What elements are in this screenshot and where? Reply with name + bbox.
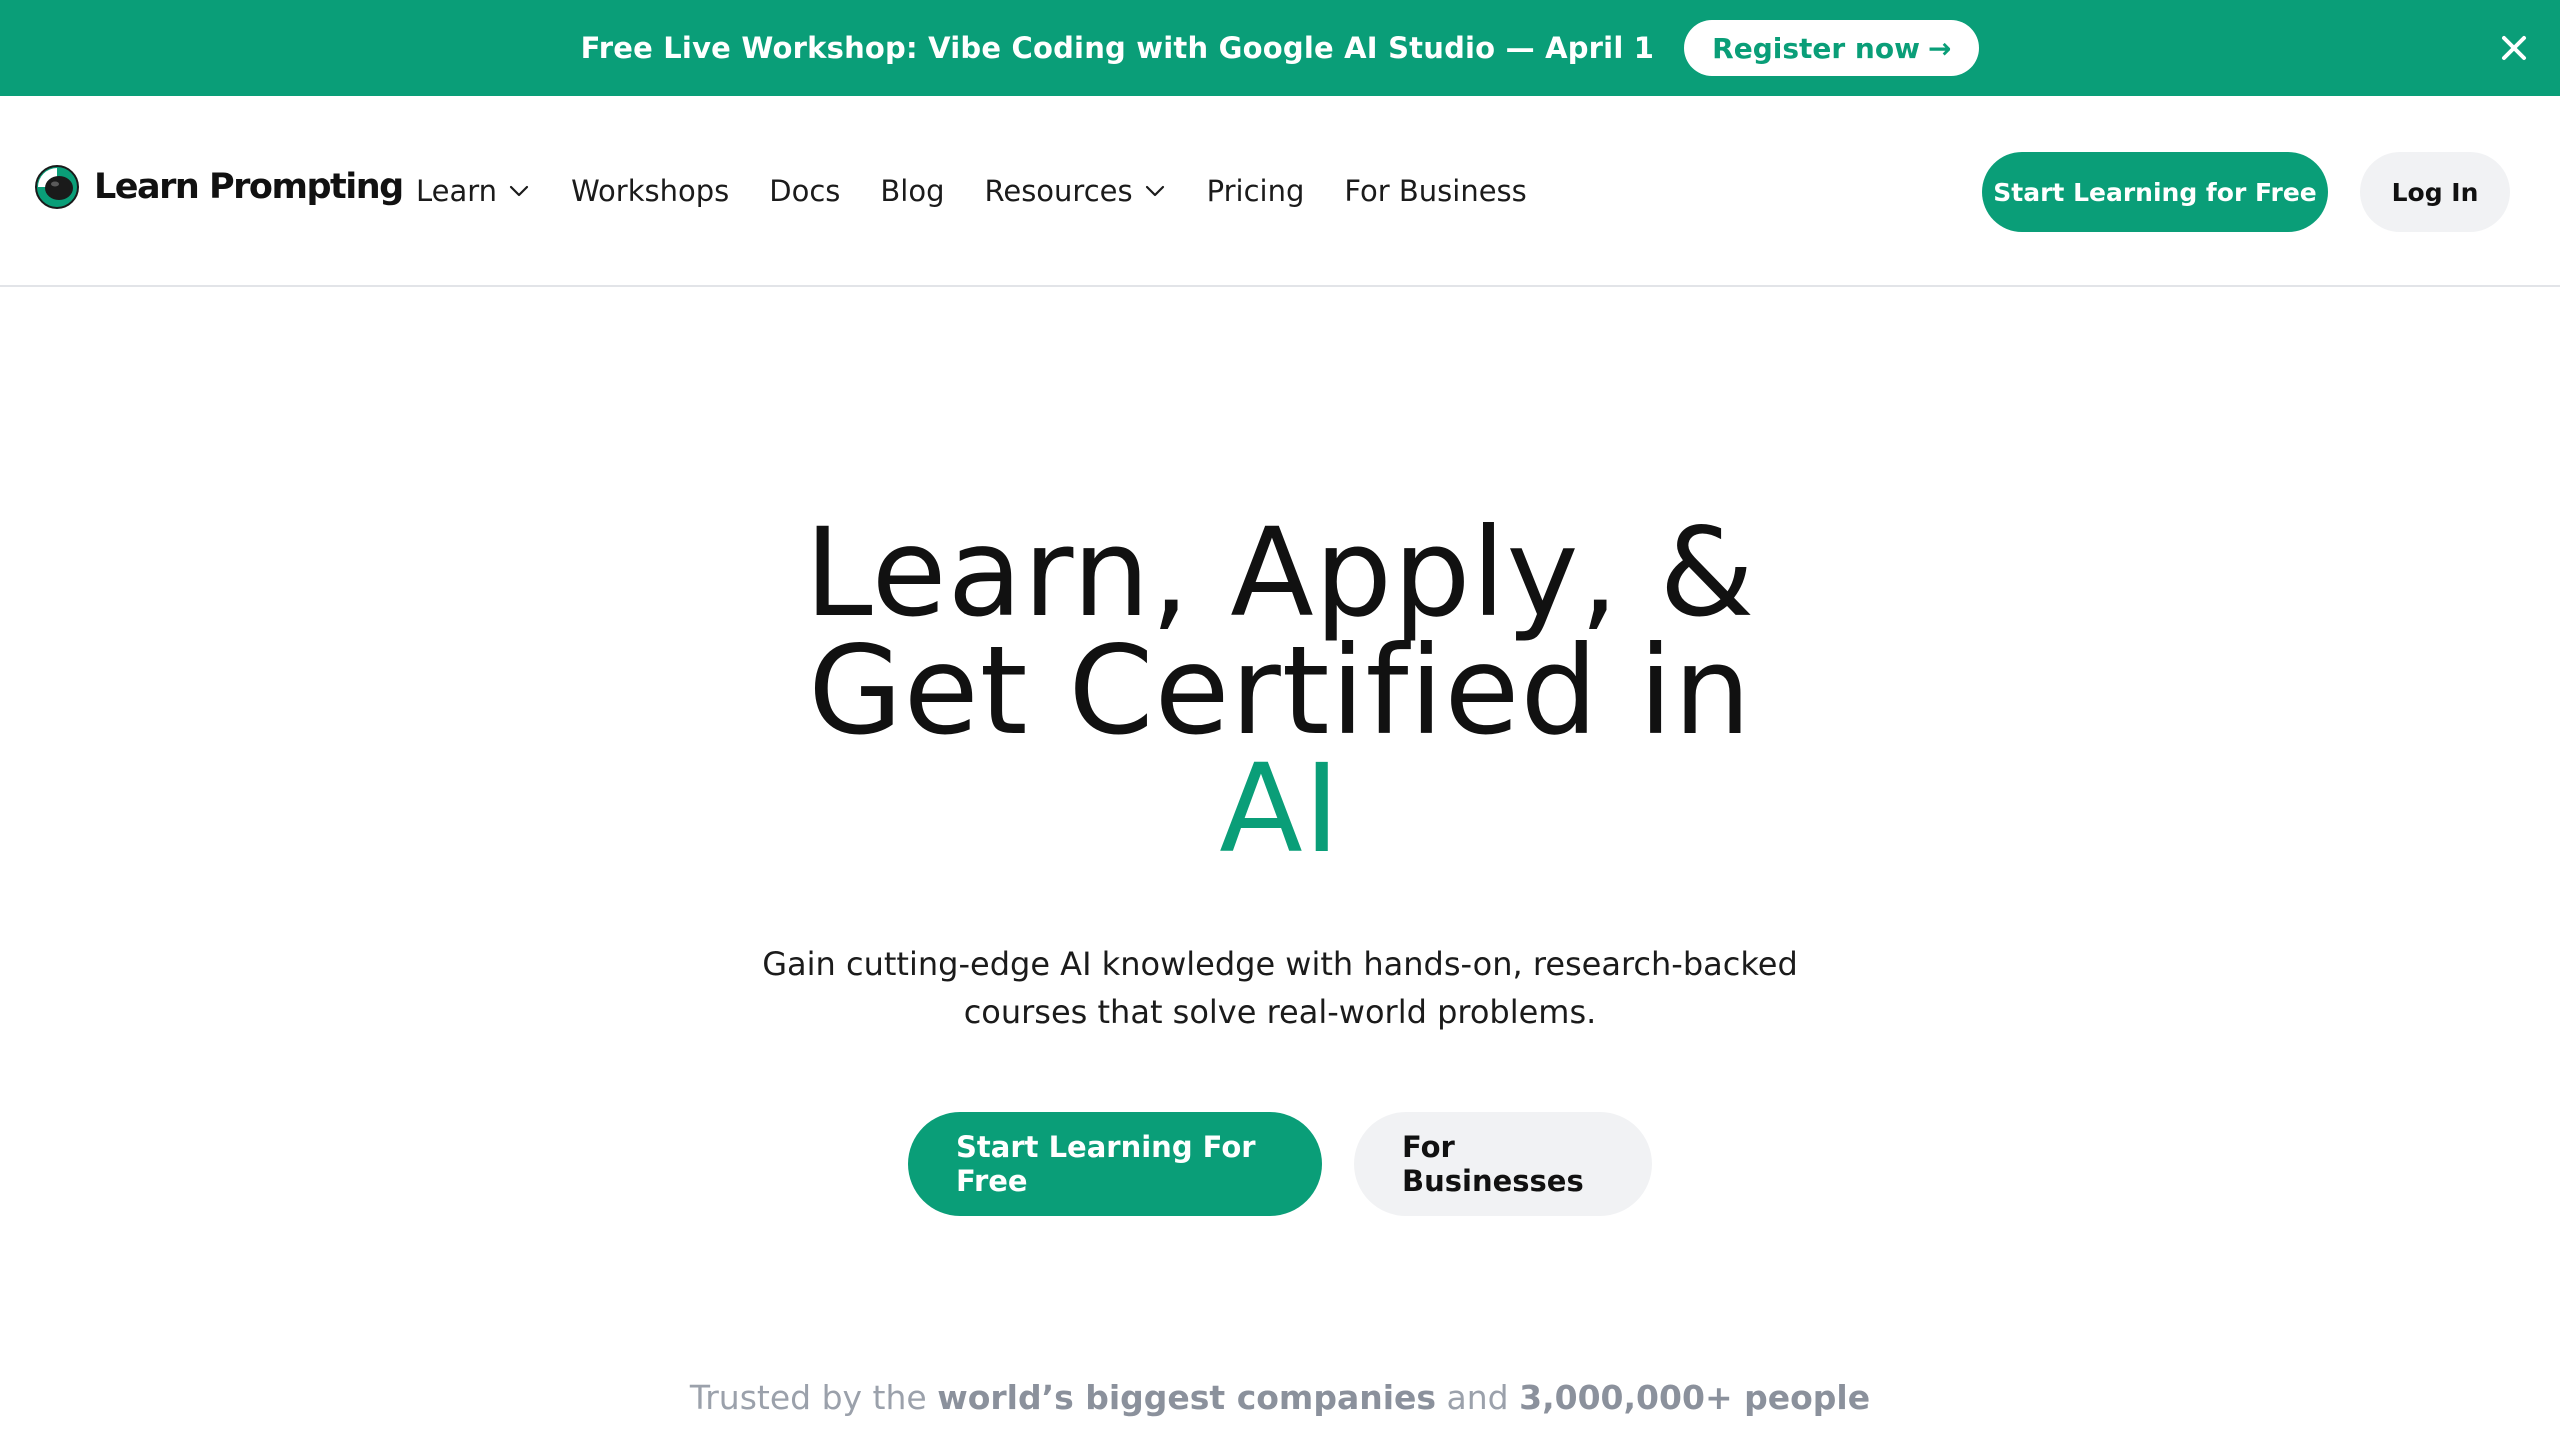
trusted-prefix: Trusted by the xyxy=(689,1378,927,1417)
hero-subtitle: Gain cutting-edge AI knowledge with hand… xyxy=(730,940,1830,1036)
nav-label-docs: Docs xyxy=(769,174,841,208)
announcement-banner: Free Live Workshop: Vibe Coding with Goo… xyxy=(0,0,2560,96)
hero-subtitle-line-2: courses that solve real-world problems. xyxy=(963,993,1597,1031)
hero-title-line-1: Learn, Apply, & xyxy=(804,502,1756,644)
hero-subtitle-line-1: Gain cutting-edge AI knowledge with hand… xyxy=(762,945,1798,983)
chevron-down-icon xyxy=(1145,185,1164,197)
hero-title-line-2: Get Certified in xyxy=(808,620,1752,762)
nav-item-pricing[interactable]: Pricing xyxy=(1207,174,1305,208)
nav-item-learn[interactable]: Learn xyxy=(416,174,531,208)
nav-label-workshops: Workshops xyxy=(571,174,730,208)
nav-label-for-business: For Business xyxy=(1344,174,1527,208)
banner-content: Free Live Workshop: Vibe Coding with Goo… xyxy=(581,20,1980,76)
trusted-middle: and xyxy=(1446,1378,1509,1417)
nav-label-learn: Learn xyxy=(416,174,498,208)
nav-item-blog[interactable]: Blog xyxy=(880,174,944,208)
logo[interactable]: Learn Prompting xyxy=(34,164,404,210)
nav-item-docs[interactable]: Docs xyxy=(769,174,840,208)
nav-item-resources[interactable]: Resources xyxy=(985,174,1167,208)
arrow-right-icon: → xyxy=(1927,31,1952,65)
register-now-label: Register now xyxy=(1712,31,1920,65)
log-in-button[interactable]: Log In xyxy=(2360,152,2510,232)
trusted-by-text: Trusted by the world’s biggest companies… xyxy=(0,1378,2560,1417)
hero-cta-group: Start Learning For Free For Businesses xyxy=(0,1112,2560,1216)
start-learning-free-header-button[interactable]: Start Learning for Free xyxy=(1982,152,2328,232)
site-header: Learn Prompting Learn Workshops Docs Blo… xyxy=(0,96,2560,287)
trusted-companies: world’s biggest companies xyxy=(937,1378,1437,1417)
banner-text: Free Live Workshop: Vibe Coding with Goo… xyxy=(580,31,1655,65)
nav-label-resources: Resources xyxy=(984,174,1133,208)
chevron-down-icon xyxy=(509,185,529,197)
astronaut-logo-icon xyxy=(35,165,79,209)
nav-item-workshops[interactable]: Workshops xyxy=(571,174,729,208)
nav-label-blog: Blog xyxy=(880,174,945,208)
register-now-button[interactable]: Register now → xyxy=(1684,20,1980,76)
nav-item-for-business[interactable]: For Business xyxy=(1344,174,1526,208)
trusted-people: 3,000,000+ people xyxy=(1519,1378,1871,1417)
main-nav: Learn Workshops Docs Blog Resources Pric… xyxy=(416,174,1567,208)
logo-text: Learn Prompting xyxy=(94,167,404,207)
hero-title: Learn, Apply, & Get Certified in AI xyxy=(0,502,2560,880)
hero-title-accent: AI xyxy=(1219,738,1341,880)
close-icon[interactable] xyxy=(2494,28,2534,68)
for-businesses-button[interactable]: For Businesses xyxy=(1354,1112,1652,1216)
start-learning-free-button[interactable]: Start Learning For Free xyxy=(908,1112,1322,1216)
nav-label-pricing: Pricing xyxy=(1206,174,1305,208)
